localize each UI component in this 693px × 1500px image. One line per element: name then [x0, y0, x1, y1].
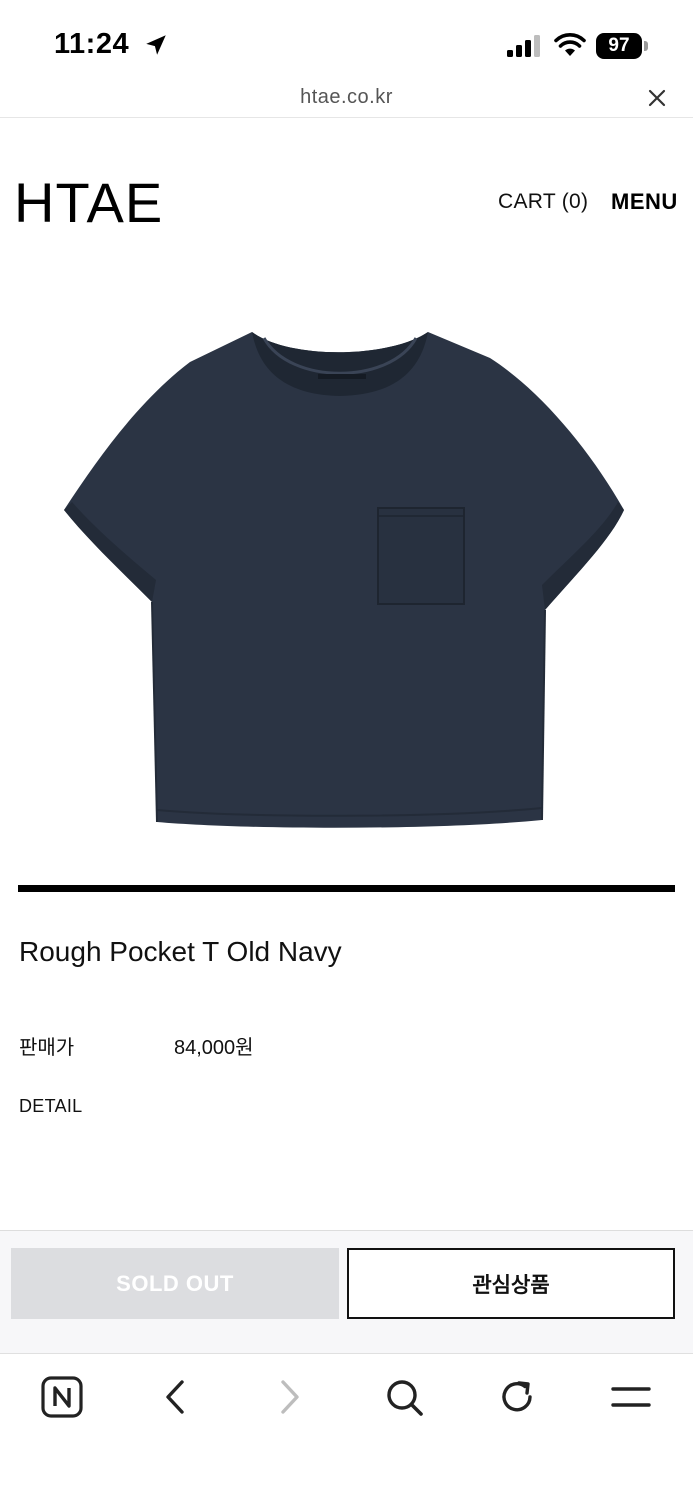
sold-out-button[interactable]: SOLD OUT — [11, 1248, 339, 1319]
section-divider — [18, 885, 675, 892]
action-bar: SOLD OUT 관심상품 — [0, 1230, 693, 1354]
price-value: 84,000원 — [174, 1037, 254, 1059]
product-image[interactable] — [20, 240, 673, 880]
naver-home-icon[interactable] — [40, 1375, 84, 1419]
battery-icon: 97 — [596, 33, 648, 59]
wifi-icon — [554, 33, 586, 56]
menu-icon[interactable] — [609, 1375, 653, 1419]
url-text[interactable]: htae.co.kr — [0, 86, 693, 109]
location-arrow-icon — [146, 35, 166, 55]
menu-link[interactable]: MENU — [611, 189, 678, 215]
browser-toolbar — [0, 1355, 693, 1500]
status-time: 11:24 — [54, 28, 130, 60]
status-bar: 11:24 97 — [0, 0, 693, 80]
price-label: 판매가 — [19, 1037, 75, 1059]
detail-link[interactable]: DETAIL — [19, 1096, 82, 1117]
battery-level: 97 — [596, 33, 642, 59]
forward-icon[interactable] — [268, 1375, 312, 1419]
back-icon[interactable] — [153, 1375, 197, 1419]
refresh-icon[interactable] — [495, 1375, 539, 1419]
close-icon[interactable] — [647, 88, 667, 108]
cart-link[interactable]: CART (0) — [498, 190, 588, 214]
product-name: Rough Pocket T Old Navy — [19, 936, 342, 967]
url-bar[interactable]: htae.co.kr — [0, 80, 693, 118]
site-logo[interactable]: HTAE — [14, 170, 163, 235]
wishlist-button[interactable]: 관심상품 — [347, 1248, 675, 1319]
signal-icon — [507, 35, 540, 57]
search-icon[interactable] — [382, 1375, 426, 1419]
